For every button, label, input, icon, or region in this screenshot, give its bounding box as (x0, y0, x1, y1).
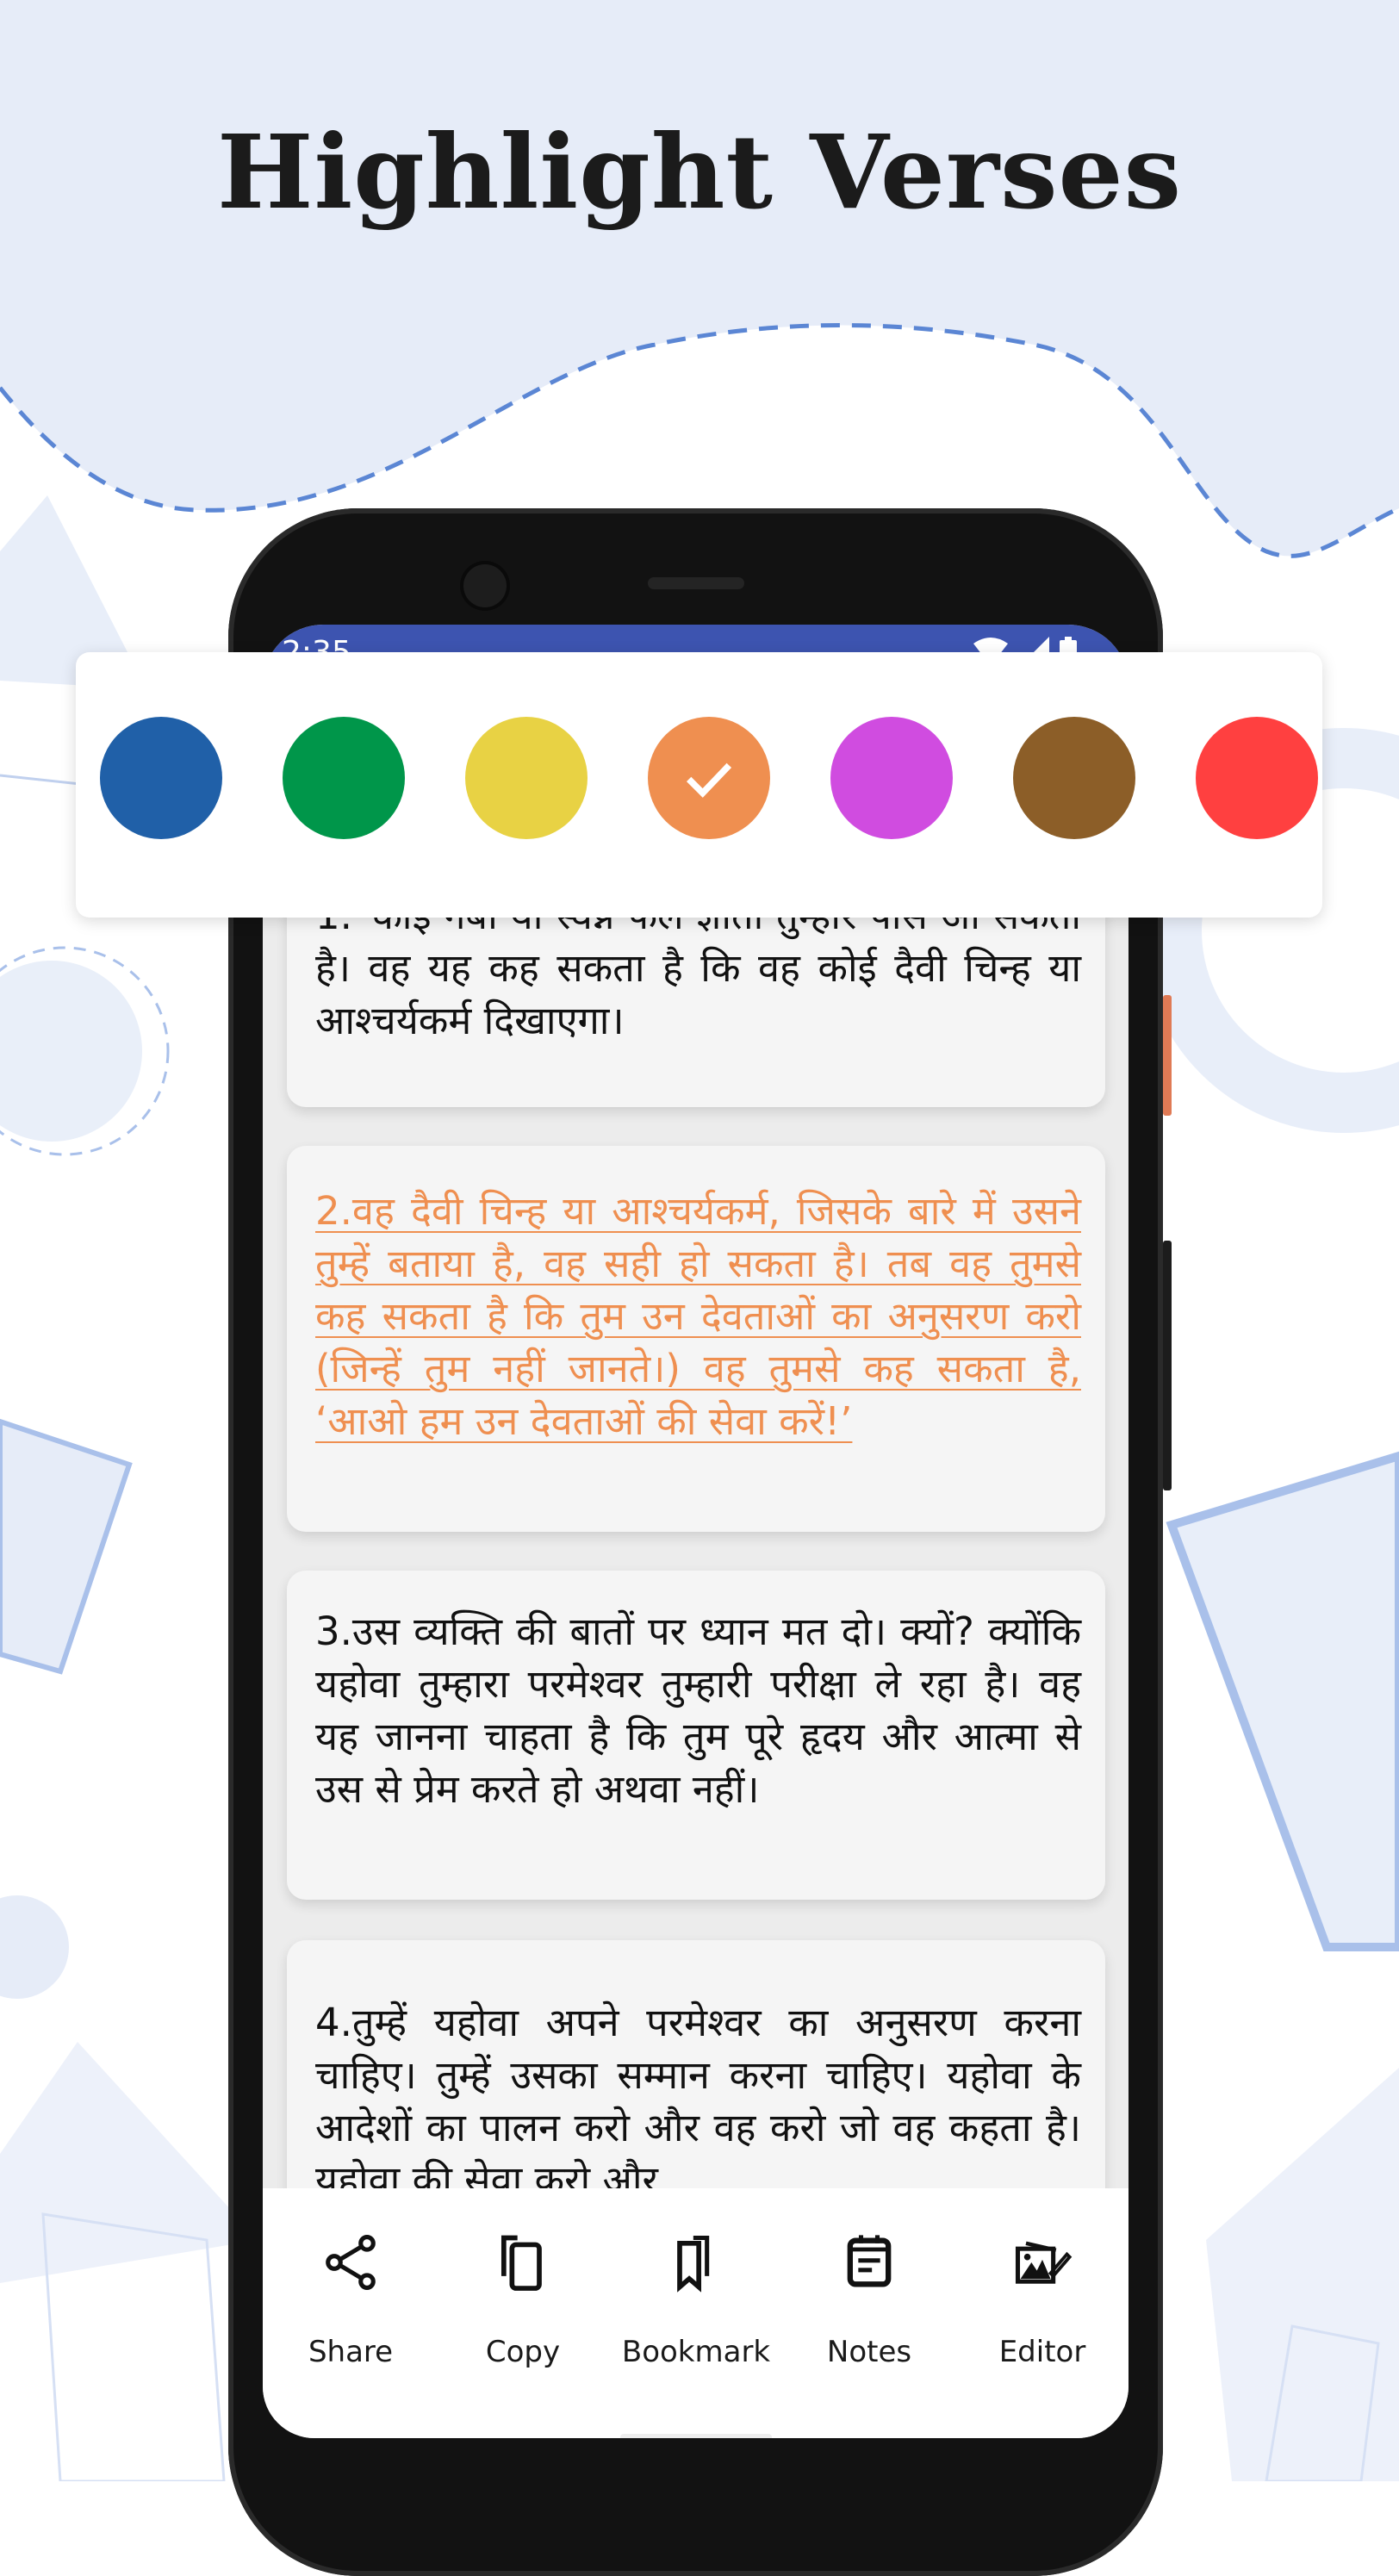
notes-icon (847, 2235, 892, 2287)
share-button[interactable]: Share (264, 2188, 437, 2412)
color-swatch-orange[interactable] (648, 717, 770, 839)
checkmark-icon (686, 762, 732, 798)
volume-button (1163, 1241, 1172, 1490)
action-label: Bookmark (621, 2335, 771, 2369)
power-button (1163, 995, 1172, 1116)
action-label: Editor (998, 2335, 1086, 2369)
color-swatch-brown[interactable] (1013, 717, 1135, 839)
action-label: Share (308, 2335, 394, 2369)
verse-text: 2.वह दैवी चिन्ह या आश्चर्यकर्म, जिसके बा… (315, 1188, 1081, 1444)
action-label: Copy (485, 2335, 561, 2369)
bookmark-button[interactable]: Bookmark (610, 2188, 782, 2412)
verse-card[interactable]: 3.उस व्यक्ति की बातों पर ध्यान मत दो। क्… (287, 1571, 1105, 1900)
color-swatch-red[interactable] (1196, 717, 1318, 839)
copy-button[interactable]: Copy (437, 2188, 609, 2412)
verse-text: 4.तुम्हें यहोवा अपने परमेश्वर का अनुसरण … (315, 2000, 1081, 2203)
color-swatch-blue[interactable] (100, 717, 222, 839)
home-indicator[interactable] (620, 2434, 772, 2438)
notes-button[interactable]: Notes (783, 2188, 955, 2412)
color-swatch-green[interactable] (283, 717, 405, 839)
image-editor-icon (1015, 2241, 1073, 2284)
color-swatch-purple[interactable] (830, 717, 953, 839)
highlight-color-picker (76, 652, 1322, 918)
bookmark-icon (677, 2235, 710, 2293)
verse-text: 3.उस व्यक्ति की बातों पर ध्यान मत दो। क्… (315, 1608, 1081, 1812)
verse-card[interactable]: 1.“कोई नबी या स्वप्न फल ज्ञाता तुम्हारे … (287, 887, 1105, 1107)
color-swatch-yellow[interactable] (465, 717, 588, 839)
verse-card-highlighted[interactable]: 2.वह दैवी चिन्ह या आश्चर्यकर्म, जिसके बा… (287, 1146, 1105, 1532)
editor-button[interactable]: Editor (956, 2188, 1129, 2412)
front-camera (463, 564, 507, 607)
page-title: Highlight Verses (216, 112, 1183, 232)
earpiece-speaker (648, 577, 744, 589)
action-label: Notes (826, 2335, 912, 2369)
verse-action-bar: Share Copy Bookmark Notes Editor (263, 2188, 1129, 2438)
share-icon (326, 2235, 376, 2290)
copy-icon (501, 2235, 542, 2291)
